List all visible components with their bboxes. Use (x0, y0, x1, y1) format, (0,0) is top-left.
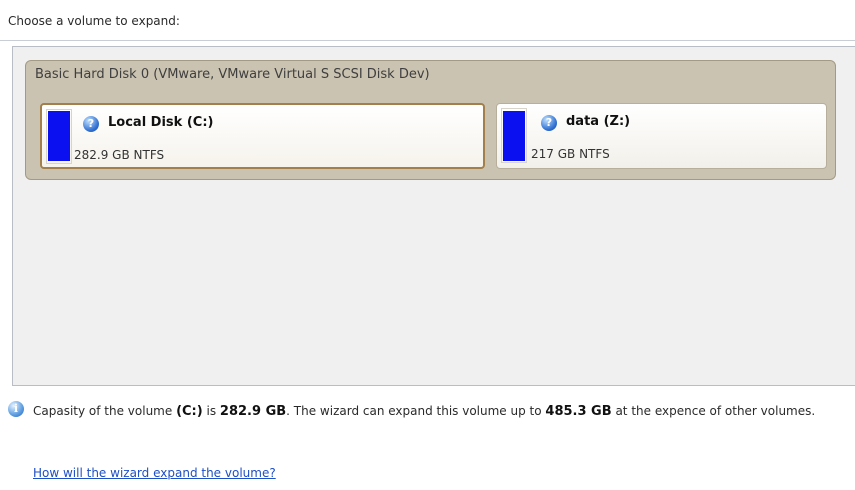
volume-size: 217 GB NTFS (531, 147, 610, 161)
disk-group: Basic Hard Disk 0 (VMware, VMware Virtua… (25, 60, 836, 180)
info-capacity: 282.9 GB (219, 404, 287, 419)
disk-title: Basic Hard Disk 0 (VMware, VMware Virtua… (35, 67, 430, 82)
question-icon[interactable]: ? (83, 116, 99, 132)
info-text-part: at the expence of other volumes. (611, 404, 816, 418)
volume-card-c[interactable]: ? Local Disk (C:) 282.9 GB NTFS (40, 103, 485, 169)
info-text-part: is (202, 404, 220, 418)
question-icon[interactable]: ? (541, 115, 557, 131)
info-max-size: 485.3 GB (545, 404, 612, 419)
how-expand-link[interactable]: How will the wizard expand the volume? (33, 466, 276, 480)
volume-list-panel[interactable]: Basic Hard Disk 0 (VMware, VMware Virtua… (12, 46, 855, 386)
info-text-part: Capasity of the volume (33, 404, 177, 418)
header-divider (0, 40, 855, 41)
info-icon: i (8, 401, 24, 417)
volume-name: data (Z:) (566, 114, 631, 129)
volume-size: 282.9 GB NTFS (74, 148, 165, 162)
volume-name: Local Disk (C:) (108, 115, 214, 130)
info-volume: (C:) (176, 404, 203, 419)
volume-card-z[interactable]: ? data (Z:) 217 GB NTFS (496, 103, 827, 169)
capacity-info: Capasity of the volume (C:) is 282.9 GB.… (33, 402, 823, 421)
usage-bar (48, 111, 70, 161)
page-prompt: Choose a volume to expand: (8, 14, 180, 28)
info-text-part: . The wizard can expand this volume up t… (286, 404, 546, 418)
usage-bar (503, 111, 525, 161)
